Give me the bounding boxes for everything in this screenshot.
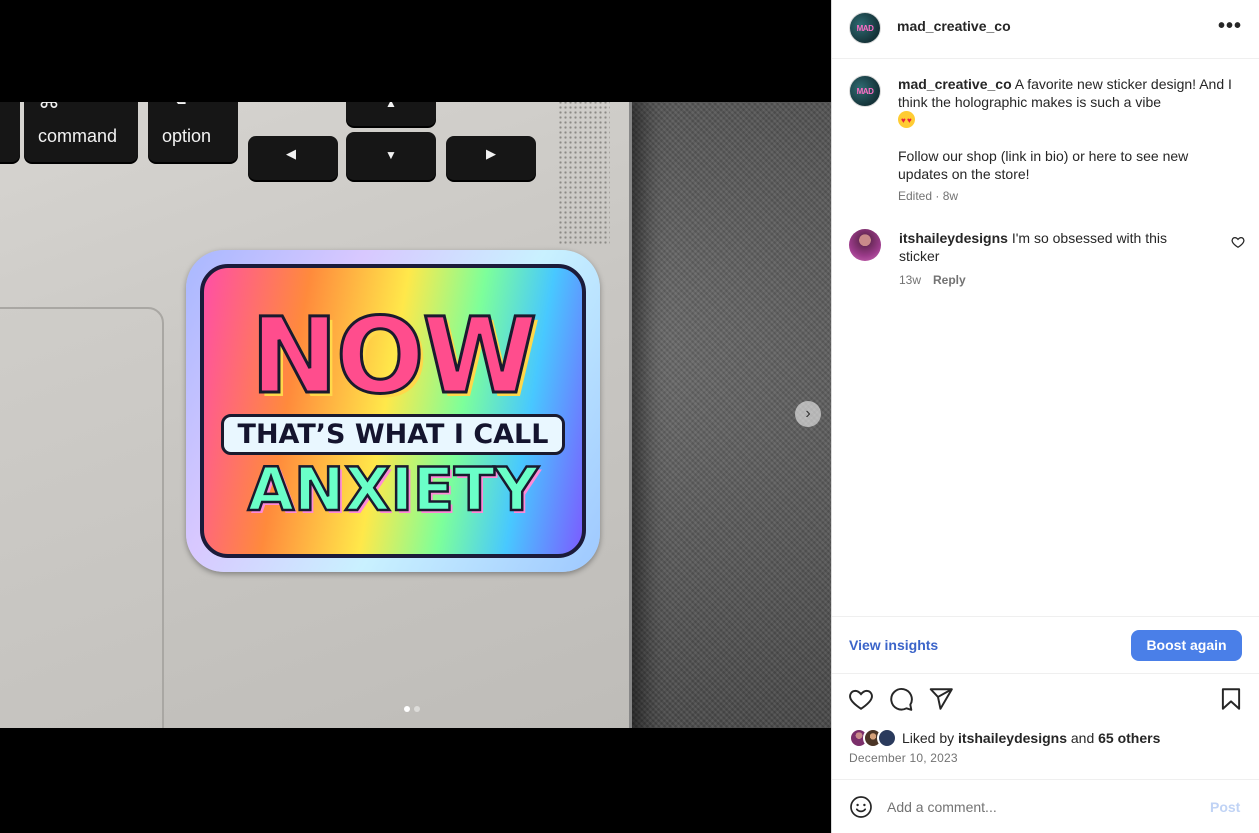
- caption-meta: Edited · 8w: [898, 189, 959, 203]
- share-paper-plane-icon[interactable]: [928, 686, 954, 712]
- caption-username[interactable]: mad_creative_co: [898, 76, 1012, 92]
- commenter-username[interactable]: itshaileydesigns: [899, 230, 1008, 246]
- key-right-arrow: ▶: [446, 136, 536, 180]
- key-partial: [0, 102, 20, 162]
- key-command: ⌘ command: [24, 102, 138, 162]
- down-arrow-glyph: ▼: [385, 148, 397, 162]
- post-actions: [832, 686, 1259, 716]
- post-photo[interactable]: ⌘ command ⌥ option ◀ ▲ ▼ ▶: [0, 102, 831, 728]
- more-options-button[interactable]: •••: [1214, 15, 1246, 39]
- comment-meta: 13w Reply: [899, 273, 966, 287]
- sticker-subtitle: THAT’S WHAT I CALL: [220, 414, 566, 455]
- like-heart-icon[interactable]: [848, 686, 874, 712]
- carousel-dot-active: [404, 706, 410, 712]
- caption-text-2: Follow our shop (link in bio) or here to…: [898, 148, 1189, 182]
- liked-by-others[interactable]: 65 others: [1098, 730, 1160, 746]
- option-symbol: ⌥: [162, 102, 187, 110]
- add-comment-bar: Post: [832, 779, 1259, 833]
- key-down-arrow: ▼: [346, 132, 436, 180]
- sticker-word-anxiety: ANXIETY: [246, 455, 539, 525]
- header-username[interactable]: mad_creative_co: [897, 18, 1011, 34]
- key-option: ⌥ option: [148, 102, 238, 162]
- next-image-button[interactable]: ›: [795, 401, 821, 427]
- sticker-word-now: NOW: [249, 295, 538, 417]
- avatar-logo-text: MAD: [856, 24, 874, 34]
- command-label: command: [38, 126, 118, 146]
- comment-input[interactable]: [887, 796, 1187, 818]
- profile-avatar[interactable]: MAD: [849, 12, 881, 44]
- caption-avatar-logo-text: MAD: [856, 87, 874, 97]
- post-caption: mad_creative_co A favorite new sticker d…: [898, 75, 1238, 205]
- key-up-arrow: ▲: [346, 102, 436, 126]
- left-arrow-glyph: ◀: [286, 146, 296, 161]
- boost-again-button[interactable]: Boost again: [1131, 630, 1242, 661]
- post-media: ⌘ command ⌥ option ◀ ▲ ▼ ▶: [0, 0, 831, 833]
- comment-body: itshaileydesigns I'm so obsessed with th…: [899, 229, 1199, 265]
- post-comment-button[interactable]: Post: [1210, 799, 1240, 815]
- holographic-sticker: NOW THAT’S WHAT I CALL ANXIETY: [186, 250, 600, 572]
- insights-bar: View insights Boost again: [832, 616, 1259, 674]
- commenter-avatar[interactable]: [849, 229, 881, 261]
- comment-bubble-icon[interactable]: [888, 686, 914, 712]
- comment-time: 13w: [899, 273, 922, 287]
- liked-by-user[interactable]: itshaileydesigns: [958, 730, 1067, 746]
- save-bookmark-icon[interactable]: [1218, 686, 1244, 712]
- post-date: December 10, 2023: [849, 751, 958, 765]
- trackpad: [0, 307, 164, 728]
- speaker-grille: [558, 102, 610, 246]
- up-arrow-glyph: ▲: [385, 102, 397, 110]
- view-insights-link[interactable]: View insights: [849, 637, 938, 653]
- heart-eyes-emoji-icon: [898, 111, 915, 130]
- comment-like-heart-icon[interactable]: [1231, 235, 1245, 249]
- caption-avatar[interactable]: MAD: [849, 75, 881, 107]
- post-panel: MAD mad_creative_co ••• MAD mad_creative…: [831, 0, 1259, 833]
- carousel-dot: [414, 706, 420, 712]
- likes-summary: Liked by itshaileydesigns and 65 others: [849, 728, 1160, 748]
- liker-avatar: [877, 728, 897, 748]
- liked-by-prefix: Liked by: [902, 730, 955, 746]
- option-label: option: [162, 126, 212, 146]
- reply-button[interactable]: Reply: [933, 273, 966, 287]
- emoji-smiley-icon[interactable]: [849, 795, 873, 819]
- key-left-arrow: ◀: [248, 136, 338, 180]
- chevron-right-icon: ›: [805, 405, 811, 422]
- more-horizontal-icon: •••: [1217, 15, 1242, 37]
- carousel-indicator: [404, 706, 420, 712]
- right-arrow-glyph: ▶: [486, 146, 496, 161]
- sticker-face: NOW THAT’S WHAT I CALL ANXIETY: [200, 264, 586, 558]
- post-header: MAD mad_creative_co •••: [832, 0, 1259, 59]
- command-symbol: ⌘: [38, 102, 60, 114]
- liker-avatars: [849, 728, 897, 748]
- liked-by-and: and: [1070, 730, 1095, 746]
